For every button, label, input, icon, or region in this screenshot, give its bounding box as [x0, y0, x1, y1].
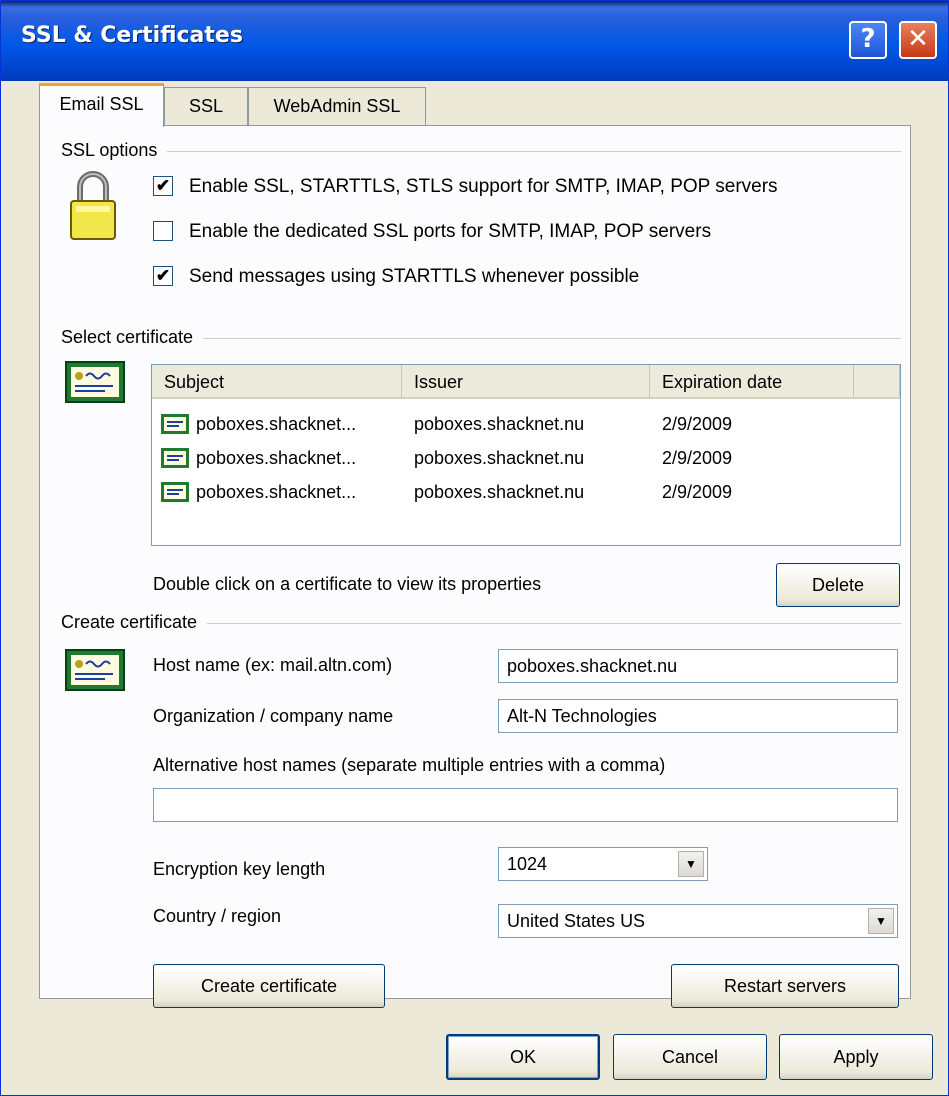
help-button[interactable]: ? [849, 21, 887, 59]
tab-ssl[interactable]: SSL [164, 87, 248, 125]
issuer-cell: poboxes.shacknet.nu [414, 414, 585, 434]
column-header-filler [854, 365, 900, 399]
expiration-cell: 2/9/2009 [662, 414, 733, 434]
alternative-hosts-field[interactable] [153, 788, 898, 822]
table-row[interactable]: poboxes.shacknet... poboxes.shacknet.nu … [152, 477, 900, 509]
table-row[interactable]: poboxes.shacknet... poboxes.shacknet.nu … [152, 443, 900, 475]
subject-cell: poboxes.shacknet... [196, 482, 357, 502]
certificate-icon [65, 649, 125, 691]
chevron-down-icon[interactable]: ▼ [868, 908, 894, 934]
alternative-hosts-label: Alternative host names (separate multipl… [153, 755, 666, 775]
issuer-cell: poboxes.shacknet.nu [414, 448, 585, 468]
key-length-value: 1024 [507, 854, 548, 874]
group-divider [61, 151, 901, 152]
close-button[interactable]: ✕ [899, 21, 937, 59]
create-certificate-heading: Create certificate [61, 612, 208, 633]
tab-label: Email SSL [59, 94, 144, 114]
subject-cell: poboxes.shacknet... [196, 448, 357, 468]
host-name-label: Host name (ex: mail.altn.com) [153, 655, 393, 675]
dedicated-ports-label: Enable the dedicated SSL ports for SMTP,… [189, 221, 712, 242]
issuer-cell: poboxes.shacknet.nu [414, 482, 585, 502]
chevron-down-icon[interactable]: ▼ [678, 851, 704, 877]
column-header-issuer[interactable]: Issuer [402, 365, 650, 399]
restart-servers-button[interactable]: Restart servers [671, 964, 899, 1008]
dialog-window: SSL & Certificates ? ✕ Email SSL SSL Web… [0, 0, 949, 1096]
expiration-cell: 2/9/2009 [662, 448, 733, 468]
dedicated-ports-checkbox[interactable] [153, 221, 173, 241]
certificate-icon [161, 414, 189, 434]
starttls-checkbox[interactable]: ✔ [153, 266, 173, 286]
tab-email-ssl[interactable]: Email SSL [39, 83, 164, 127]
certificate-hint: Double click on a certificate to view it… [153, 574, 542, 594]
subject-cell: poboxes.shacknet... [196, 414, 357, 434]
key-length-select[interactable]: 1024 ▼ [498, 847, 708, 881]
tab-webadmin-ssl[interactable]: WebAdmin SSL [248, 87, 426, 125]
ok-button[interactable]: OK [446, 1034, 600, 1080]
key-length-label: Encryption key length [153, 859, 326, 879]
table-row[interactable]: poboxes.shacknet... poboxes.shacknet.nu … [152, 409, 900, 441]
certificate-icon [65, 361, 125, 403]
padlock-icon [70, 171, 116, 240]
host-name-field[interactable]: poboxes.shacknet.nu [498, 649, 898, 683]
cancel-button[interactable]: Cancel [613, 1034, 767, 1080]
country-select[interactable]: United States US ▼ [498, 904, 898, 938]
delete-button[interactable]: Delete [776, 563, 900, 607]
expiration-cell: 2/9/2009 [662, 482, 733, 502]
certificate-icon [161, 482, 189, 502]
ssl-options-heading: SSL options [61, 140, 168, 161]
country-label: Country / region [153, 906, 282, 926]
country-value: United States US [507, 911, 646, 931]
column-header-expiration[interactable]: Expiration date [650, 365, 854, 399]
apply-button[interactable]: Apply [779, 1034, 933, 1080]
enable-ssl-checkbox[interactable]: ✔ [153, 176, 173, 196]
starttls-label: Send messages using STARTTLS whenever po… [189, 266, 640, 287]
organization-field[interactable]: Alt-N Technologies [498, 699, 898, 733]
select-certificate-heading: Select certificate [61, 327, 204, 348]
column-header-subject[interactable]: Subject [152, 365, 402, 399]
create-certificate-button[interactable]: Create certificate [153, 964, 385, 1008]
enable-ssl-label: Enable SSL, STARTTLS, STLS support for S… [189, 176, 778, 197]
tab-label: WebAdmin SSL [273, 96, 401, 116]
organization-label: Organization / company name [153, 706, 394, 726]
certificate-icon [161, 448, 189, 468]
title-bar[interactable]: SSL & Certificates ? ✕ [1, 1, 948, 81]
certificate-list[interactable]: Subject Issuer Expiration date poboxes.s… [151, 364, 901, 546]
window-title: SSL & Certificates [21, 23, 243, 48]
tab-label: SSL [188, 96, 224, 116]
